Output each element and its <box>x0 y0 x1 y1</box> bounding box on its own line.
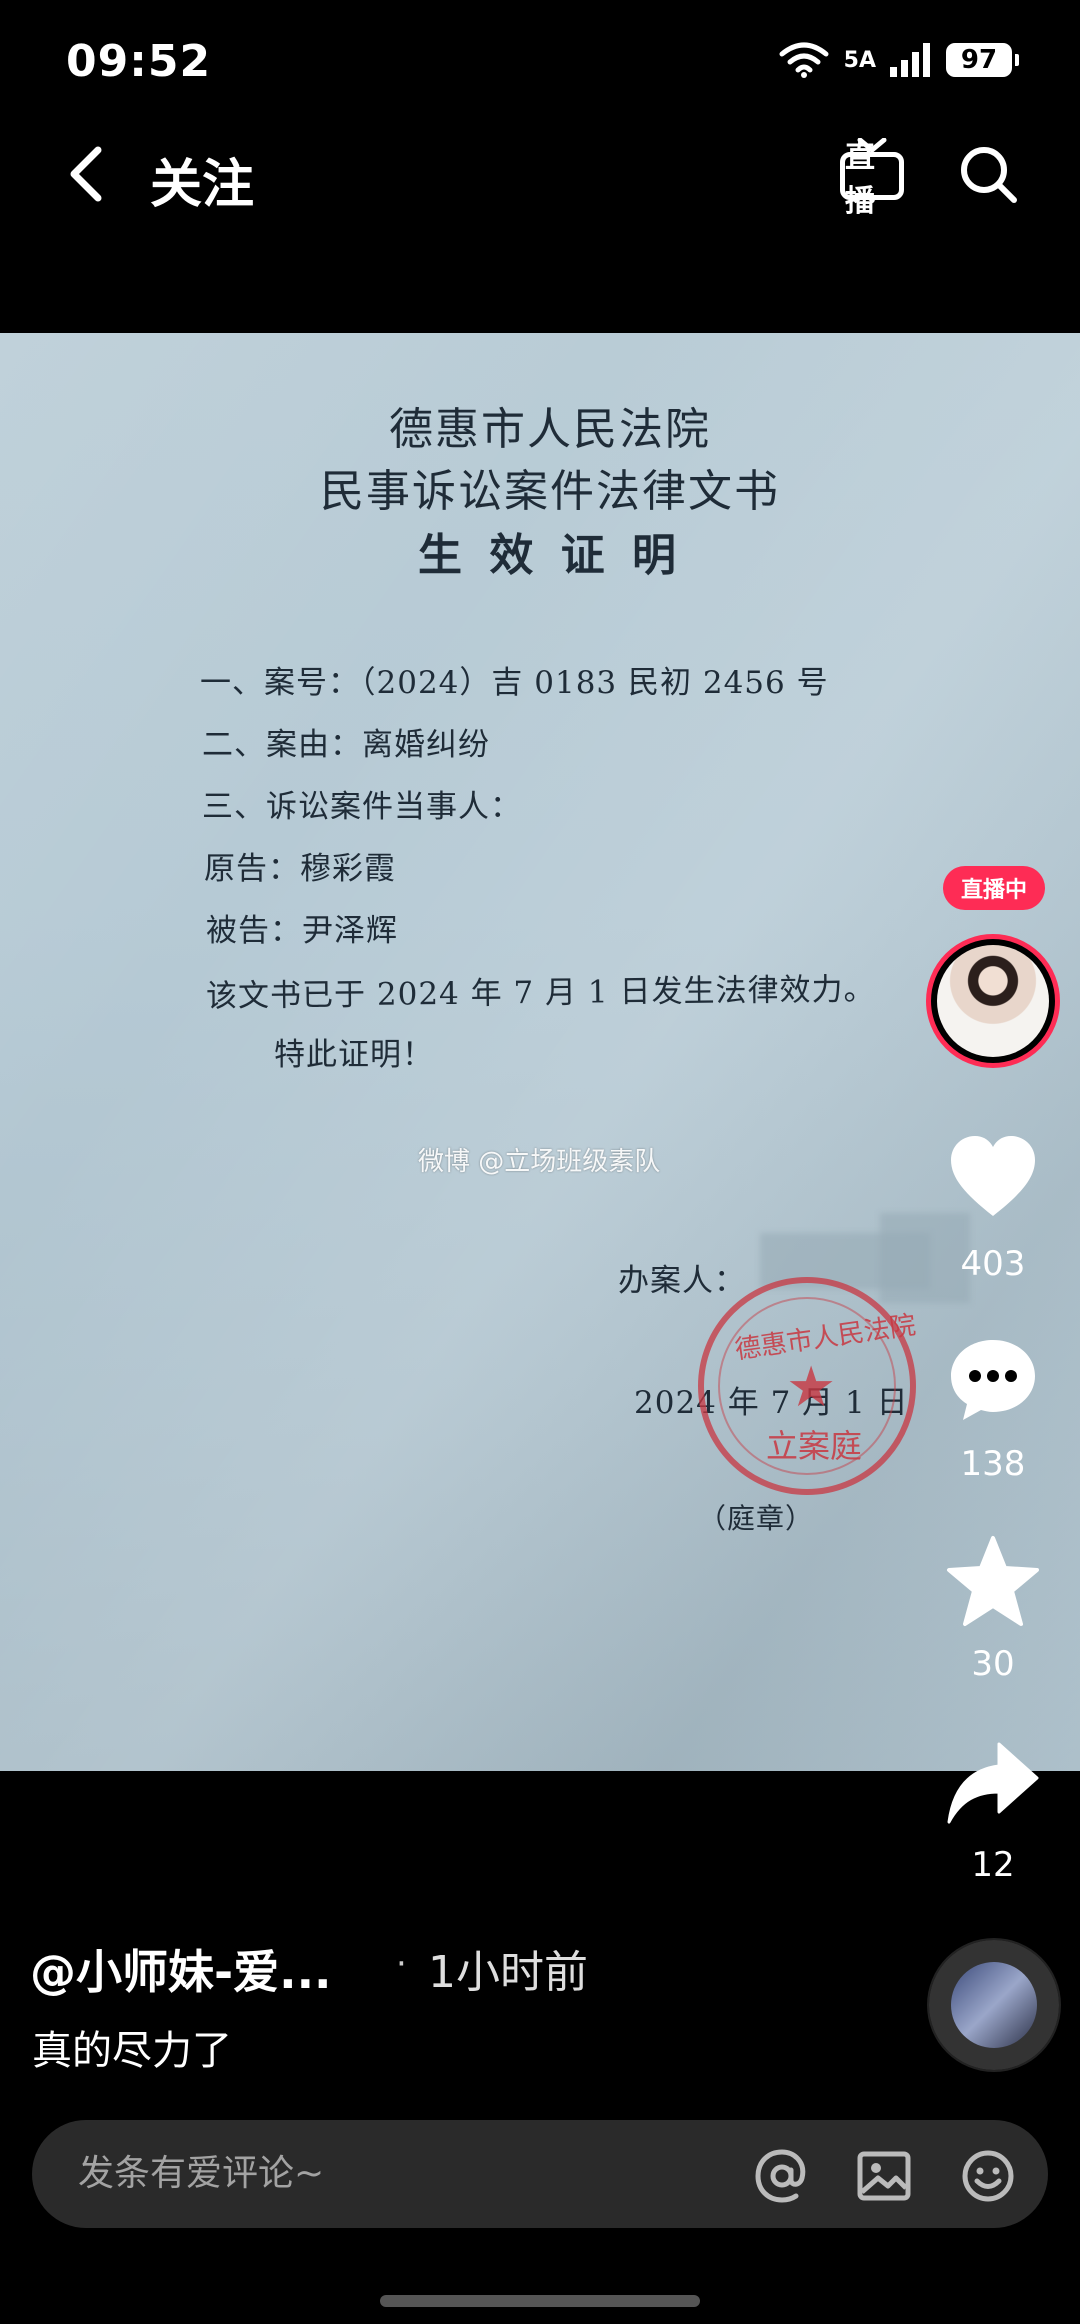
share-button[interactable] <box>945 1736 1041 1832</box>
comment-button[interactable] <box>945 1332 1041 1428</box>
favorite-button[interactable] <box>945 1534 1041 1630</box>
music-cover-image <box>951 1962 1037 2048</box>
heart-icon <box>951 1136 1035 1216</box>
doc-type: 民事诉讼案件法律文书 <box>320 466 780 517</box>
star-icon <box>947 1536 1039 1626</box>
comment-count: 138 <box>960 1444 1026 1484</box>
search-icon <box>961 147 1017 203</box>
author-avatar[interactable] <box>926 934 1060 1068</box>
doc-handler-label: 办案人： <box>618 1263 746 1299</box>
at-sign-icon <box>755 2149 806 2203</box>
seal-star-icon: ★ <box>786 1355 837 1420</box>
doc-line-defendant: 被告：尹泽辉 <box>206 913 398 949</box>
doc-line-parties-heading: 三、诉讼案件当事人： <box>202 789 522 825</box>
like-button[interactable] <box>945 1130 1041 1226</box>
music-disc[interactable] <box>929 1940 1059 2070</box>
post-image-court-document[interactable]: 德惠市人民法院 民事诉讼案件法律文书 生 效 证 明 一、案号：（2024）吉 … <box>0 333 1080 1771</box>
back-arrow-icon <box>70 146 102 202</box>
emoji-button[interactable] <box>960 2148 1016 2204</box>
doc-line-case-number: 一、案号：（2024）吉 0183 民初 2456 号 <box>200 665 829 701</box>
like-count: 403 <box>960 1244 1026 1284</box>
signal-icon <box>890 43 930 77</box>
court-seal: ★ 德惠市人民法院 立案庭 <box>698 1277 918 1495</box>
image-button[interactable] <box>856 2148 912 2204</box>
court-seal-text-bottom: 立案庭 <box>766 1427 863 1465</box>
share-count: 12 <box>971 1845 1015 1885</box>
meta-separator: · <box>396 1944 407 1984</box>
doc-cert-title: 生 效 证 明 <box>418 530 682 581</box>
battery-indicator: 97 <box>946 43 1019 77</box>
back-button[interactable] <box>60 142 116 206</box>
status-time: 09:52 <box>66 36 212 87</box>
share-arrow-icon <box>947 1742 1039 1824</box>
comment-bar <box>32 2120 1048 2228</box>
home-indicator[interactable] <box>380 2295 700 2307</box>
avatar-image <box>937 945 1049 1057</box>
image-icon <box>857 2151 911 2201</box>
search-button[interactable] <box>958 144 1020 206</box>
doc-line-certify: 特此证明！ <box>274 1037 434 1073</box>
doc-line-case-cause: 二、案由：离婚纠纷 <box>202 727 490 763</box>
comment-input[interactable] <box>78 2120 718 2228</box>
author-name[interactable]: @小师妹-爱... <box>30 1936 332 2002</box>
doc-court-name: 德惠市人民法院 <box>389 404 711 455</box>
wifi-icon <box>779 42 829 78</box>
live-button[interactable]: 直播 <box>840 138 904 219</box>
weibo-watermark: 微博 @立场班级素队 <box>418 1147 661 1177</box>
live-button-label: 直播 <box>840 140 904 219</box>
comment-bubble-icon <box>951 1340 1035 1420</box>
doc-seal-note: （庭章） <box>698 1502 815 1535</box>
smiley-icon <box>962 2150 1014 2202</box>
mention-button[interactable] <box>754 2148 810 2204</box>
post-time: 1小时前 <box>428 1947 588 1998</box>
favorite-count: 30 <box>971 1644 1015 1684</box>
page-title[interactable]: 关注 <box>150 142 254 217</box>
network-type-label: 5A <box>843 47 876 73</box>
doc-line-plaintiff: 原告：穆彩霞 <box>204 851 396 887</box>
doc-line-effective-date: 该文书已于 2024 年 7 月 1 日发生法律效力。 <box>205 971 876 1015</box>
live-badge[interactable]: 直播中 <box>943 866 1045 910</box>
status-icons: 5A 97 <box>778 42 1019 78</box>
post-caption[interactable]: 真的尽力了 <box>32 2018 232 2076</box>
